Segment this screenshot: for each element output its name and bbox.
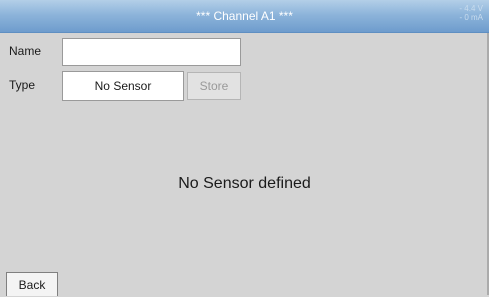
status-readout-line2: - 0 mA xyxy=(459,13,483,22)
type-label: Type xyxy=(9,78,36,92)
window-title: *** Channel A1 *** xyxy=(196,9,293,23)
status-readout: - 4.4 V - 0 mA xyxy=(459,4,483,22)
sensor-type-field[interactable]: No Sensor xyxy=(62,71,184,101)
name-field[interactable] xyxy=(62,38,241,66)
title-bar: *** Channel A1 *** - 4.4 V - 0 mA xyxy=(0,0,489,33)
no-sensor-message: No Sensor defined xyxy=(178,175,311,192)
store-button[interactable]: Store xyxy=(187,72,241,100)
back-button[interactable]: Back xyxy=(6,272,58,296)
status-readout-line1: - 4.4 V xyxy=(459,4,483,13)
sensor-type-value: No Sensor xyxy=(94,79,152,93)
name-label: Name xyxy=(9,44,42,58)
